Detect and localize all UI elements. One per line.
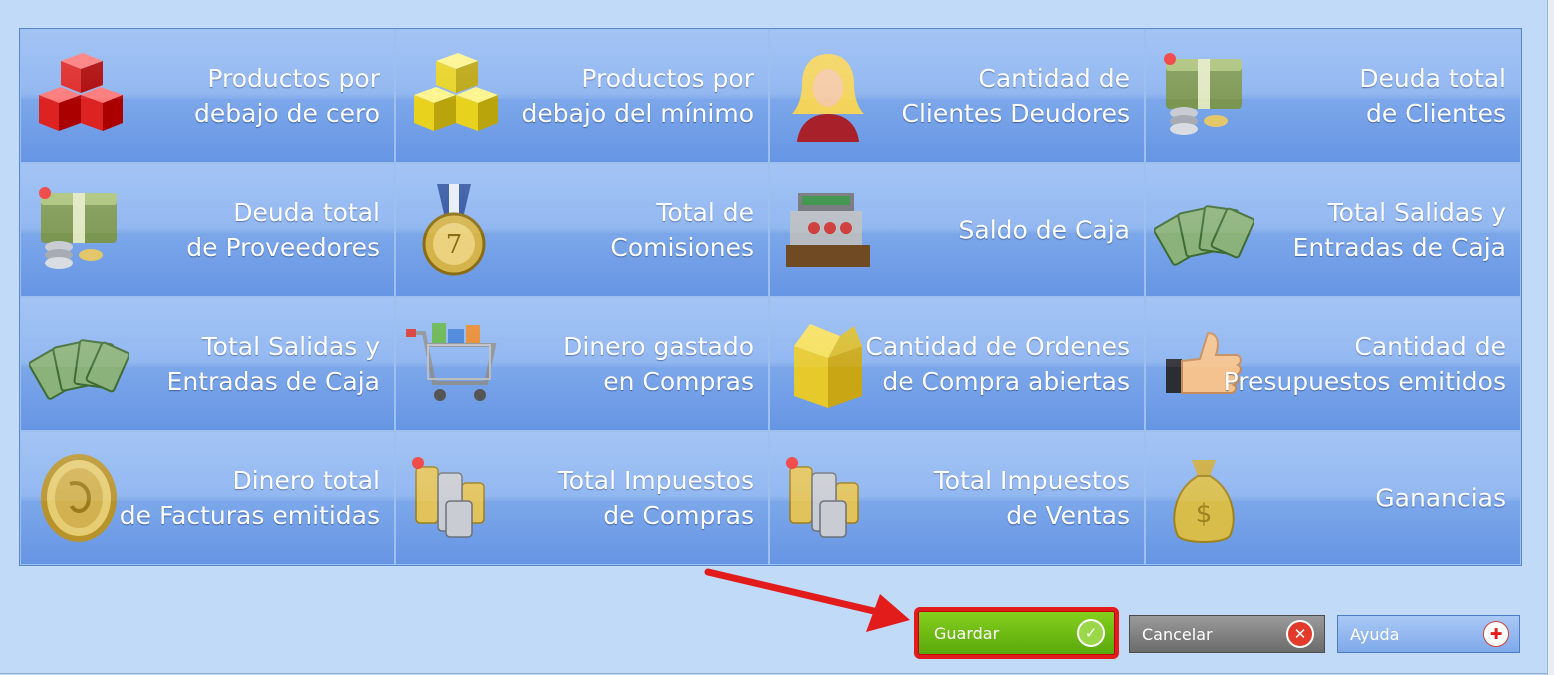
tile-productos-bajo-cero[interactable]: Productos por debajo de cero (20, 29, 395, 163)
tile-label-line1: Total de (656, 198, 754, 227)
tile-label-line1: Total Impuestos (557, 466, 754, 495)
window-edge (1547, 0, 1554, 675)
tile-clientes-deudores[interactable]: Cantidad de Clientes Deudores (769, 29, 1145, 163)
medal-icon: 7 (404, 180, 504, 280)
tile-ordenes-compra[interactable]: Cantidad de Ordenes de Compra abiertas (769, 297, 1145, 431)
tile-saldo-caja[interactable]: Saldo de Caja (769, 163, 1145, 297)
tile-deuda-clientes[interactable]: Deuda total de Clientes (1145, 29, 1521, 163)
tile-label-line2: de Compras (603, 501, 754, 530)
tile-label: Dinero gastado en Compras (563, 329, 754, 399)
tile-impuestos-compras[interactable]: Total Impuestos de Compras (395, 431, 769, 565)
tile-label-line1: Cantidad de (978, 64, 1130, 93)
tile-label-line2: Entradas de Caja (1292, 233, 1506, 262)
tile-label-line1: Ganancias (1375, 483, 1506, 513)
tile-label-line2: Presupuestos emitidos (1223, 367, 1506, 396)
cancel-button[interactable]: Cancelar ✕ (1129, 615, 1325, 653)
svg-text:$: $ (1196, 499, 1213, 529)
coin-stacks-icon (778, 448, 878, 548)
help-button-label: Ayuda (1350, 624, 1400, 644)
tile-productos-bajo-minimo[interactable]: Productos por debajo del mínimo (395, 29, 769, 163)
customer-woman-icon (778, 46, 878, 146)
tile-label-line2: de Proveedores (186, 233, 380, 262)
tile-label-line1: Productos por (207, 64, 380, 93)
plus-icon: ✚ (1483, 621, 1509, 647)
tile-label-line1: Cantidad de (1354, 332, 1506, 361)
gold-coin-icon (29, 448, 129, 548)
tile-label-line1: Total Salidas y (1327, 198, 1506, 227)
tile-label-line2: Clientes Deudores (901, 99, 1130, 128)
tile-label: Dinero total de Facturas emitidas (120, 463, 380, 533)
tile-label-line1: Dinero total (232, 466, 380, 495)
tile-label-line1: Total Salidas y (201, 332, 380, 361)
check-icon: ✓ (1077, 619, 1105, 647)
tile-ganancias[interactable]: $ Ganancias (1145, 431, 1521, 565)
tile-label-line1: Total Impuestos (933, 466, 1130, 495)
tile-label-line1: Deuda total (233, 198, 380, 227)
cash-register-icon (778, 180, 878, 280)
tile-label-line1: Deuda total (1359, 64, 1506, 93)
tile-salidas-entradas-caja-1[interactable]: Total Salidas y Entradas de Caja (1145, 163, 1521, 297)
tile-label-line2: debajo del mínimo (521, 99, 754, 128)
tile-label-line2: Entradas de Caja (166, 367, 380, 396)
tile-label: Cantidad de Clientes Deudores (901, 61, 1130, 131)
tile-label-line1: Cantidad de Ordenes (865, 332, 1130, 361)
tile-label: Total de Comisiones (610, 195, 754, 265)
tile-label: Productos por debajo de cero (194, 61, 380, 131)
cancel-button-label: Cancelar (1142, 624, 1213, 644)
save-button[interactable]: Guardar ✓ (914, 607, 1119, 659)
tile-label: Productos por debajo del mínimo (521, 61, 754, 131)
tile-label-line2: de Facturas emitidas (119, 501, 380, 530)
yellow-cubes-icon (404, 46, 504, 146)
tile-label: Deuda total de Clientes (1359, 61, 1506, 131)
tile-label: Total Salidas y Entradas de Caja (1293, 195, 1506, 265)
tile-label-line2: de Clientes (1366, 99, 1506, 128)
tile-label-line2: de Compra abiertas (882, 367, 1130, 396)
tile-label: Cantidad de Ordenes de Compra abiertas (865, 329, 1130, 399)
help-button[interactable]: Ayuda ✚ (1337, 615, 1520, 653)
tile-label-line1: Dinero gastado (563, 332, 754, 361)
tile-label: Saldo de Caja (959, 213, 1130, 248)
money-bag-icon: $ (1154, 448, 1254, 548)
money-stack-icon (1154, 46, 1254, 146)
tile-label-line1: Saldo de Caja (958, 215, 1130, 245)
money-stack-icon (29, 180, 129, 280)
tile-label-line2: en Compras (603, 367, 754, 396)
tile-dinero-facturas[interactable]: Dinero total de Facturas emitidas (20, 431, 395, 565)
tile-label: Total Salidas y Entradas de Caja (167, 329, 380, 399)
tile-total-comisiones[interactable]: 7 Total de Comisiones (395, 163, 769, 297)
red-cubes-icon (29, 46, 129, 146)
save-button-label: Guardar (934, 623, 1000, 643)
tile-label: Deuda total de Proveedores (186, 195, 380, 265)
tile-impuestos-ventas[interactable]: Total Impuestos de Ventas (769, 431, 1145, 565)
shopping-cart-icon (404, 314, 504, 414)
tile-label-line2: Comisiones (610, 233, 754, 262)
indicator-tile-grid: Productos por debajo de cero Productos por… (19, 28, 1522, 566)
annotation-arrow (704, 568, 910, 632)
close-icon: ✕ (1286, 620, 1314, 648)
banknotes-fan-icon (29, 314, 129, 414)
tile-deuda-proveedores[interactable]: Deuda total de Proveedores (20, 163, 395, 297)
svg-text:7: 7 (446, 230, 463, 260)
tile-dinero-compras[interactable]: Dinero gastado en Compras (395, 297, 769, 431)
tile-label-line2: de Ventas (1006, 501, 1130, 530)
banknotes-fan-icon (1154, 180, 1254, 280)
tile-label: Ganancias (1375, 481, 1506, 516)
tile-label-line2: debajo de cero (194, 99, 380, 128)
tile-salidas-entradas-caja-2[interactable]: Total Salidas y Entradas de Caja (20, 297, 395, 431)
coin-stacks-icon (404, 448, 504, 548)
tile-presupuestos[interactable]: Cantidad de Presupuestos emitidos (1145, 297, 1521, 431)
box-icon (778, 314, 878, 414)
tile-label-line1: Productos por (581, 64, 754, 93)
tile-label: Total Impuestos de Ventas (934, 463, 1130, 533)
tile-label: Cantidad de Presupuestos emitidos (1224, 329, 1506, 399)
tile-label: Total Impuestos de Compras (558, 463, 754, 533)
